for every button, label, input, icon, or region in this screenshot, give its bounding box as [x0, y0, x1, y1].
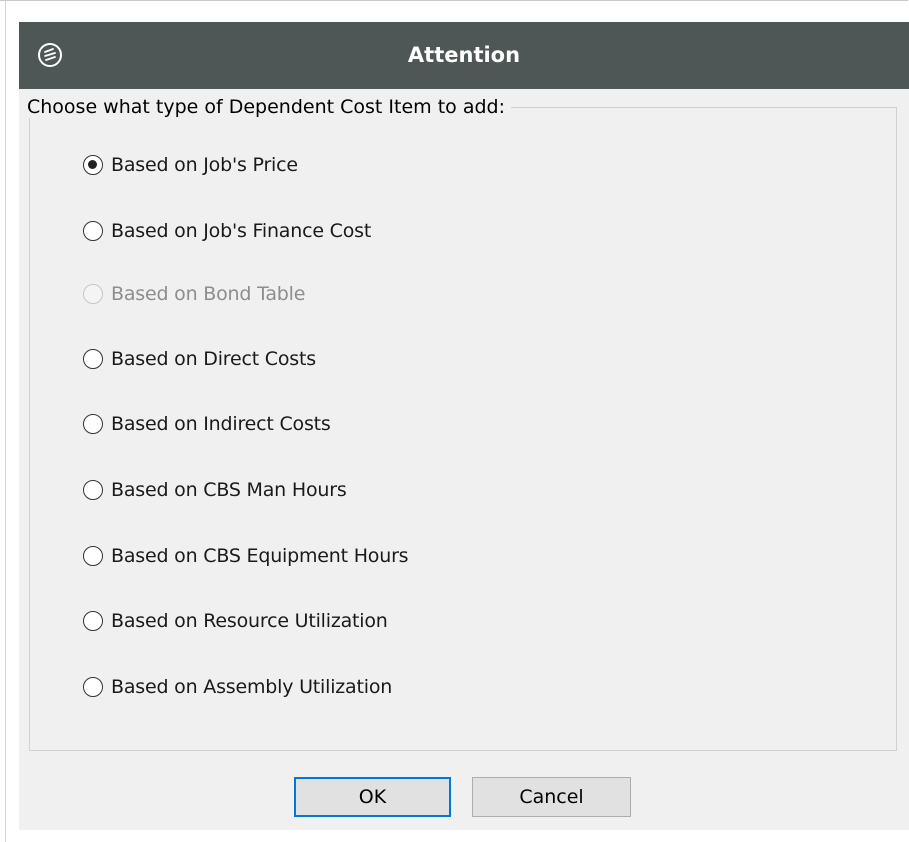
option-group-legend: Choose what type of Dependent Cost Item … [24, 96, 511, 118]
attention-dialog: Attention Choose what type of Dependent … [19, 22, 909, 830]
radio-option[interactable]: Based on Job's Finance Cost [83, 218, 371, 244]
dialog-titlebar: Attention [19, 22, 909, 89]
radio-option[interactable]: Based on Resource Utilization [83, 608, 388, 634]
radio-button[interactable] [83, 611, 103, 631]
radio-option: Based on Bond Table [83, 281, 305, 307]
window-edge [5, 1, 6, 842]
radio-option[interactable]: Based on Job's Price [83, 152, 298, 178]
radio-option[interactable]: Based on CBS Man Hours [83, 477, 347, 503]
radio-option-label: Based on Job's Price [111, 154, 298, 176]
radio-option-label: Based on Job's Finance Cost [111, 220, 372, 242]
radio-button[interactable] [83, 677, 103, 697]
radio-option[interactable]: Based on CBS Equipment Hours [83, 543, 409, 569]
radio-option-label: Based on CBS Equipment Hours [111, 545, 409, 567]
radio-button[interactable] [83, 414, 103, 434]
dialog-title: Attention [407, 43, 521, 67]
radio-button-checked[interactable] [83, 155, 103, 175]
radio-option-label: Based on Assembly Utilization [111, 676, 393, 698]
radio-button[interactable] [83, 480, 103, 500]
ok-button[interactable]: OK [294, 777, 451, 817]
radio-option-label: Based on Indirect Costs [111, 413, 331, 435]
radio-option-label: Based on Bond Table [111, 283, 306, 305]
radio-button[interactable] [83, 349, 103, 369]
cancel-button[interactable]: Cancel [472, 777, 631, 817]
radio-button [83, 284, 103, 304]
radio-option[interactable]: Based on Direct Costs [83, 346, 316, 372]
radio-option[interactable]: Based on Indirect Costs [83, 411, 331, 437]
radio-option-label: Based on Resource Utilization [111, 610, 388, 632]
radio-option-label: Based on CBS Man Hours [111, 479, 347, 501]
radio-button[interactable] [83, 546, 103, 566]
radio-button[interactable] [83, 221, 103, 241]
radio-option[interactable]: Based on Assembly Utilization [83, 674, 392, 700]
radio-option-label: Based on Direct Costs [111, 348, 316, 370]
